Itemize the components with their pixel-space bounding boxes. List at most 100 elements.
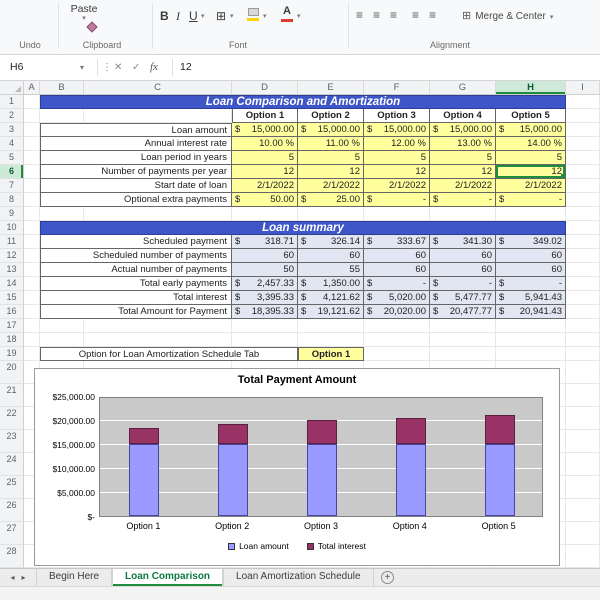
row-header-26[interactable]: 26 [0, 499, 24, 522]
cell-G16[interactable]: $20,477.77 [430, 305, 496, 319]
borders-button[interactable]: ⊞ [216, 8, 226, 24]
cell-F11[interactable]: $333.67 [364, 235, 430, 249]
cell-H13[interactable]: 60 [496, 263, 566, 277]
cell-G15[interactable]: $5,477.77 [430, 291, 496, 305]
cell-D8[interactable]: $50.00 [232, 193, 298, 207]
cell-B2[interactable] [40, 109, 84, 123]
cell-G11[interactable]: $341.30 [430, 235, 496, 249]
cell-G8[interactable]: $ - [430, 193, 496, 207]
cell-A17[interactable] [24, 319, 40, 333]
cell-A2[interactable] [24, 109, 40, 123]
cell-G19[interactable] [430, 347, 496, 361]
row-header-8[interactable]: 8 [0, 193, 24, 207]
cell-G18[interactable] [430, 333, 496, 347]
cell-I8[interactable] [566, 193, 600, 207]
cell-D3[interactable]: $15,000.00 [232, 123, 298, 137]
cell-H2[interactable]: Option 5 [496, 109, 566, 123]
cell-H18[interactable] [496, 333, 566, 347]
sheet-tab-begin-here[interactable]: Begin Here [36, 569, 113, 586]
enter-icon[interactable]: ✓ [132, 55, 140, 80]
cell-H9[interactable] [496, 207, 566, 221]
cell-D7[interactable]: 2/1/2022 [232, 179, 298, 193]
sheet-tab-loan-amortization-schedule[interactable]: Loan Amortization Schedule [223, 569, 374, 586]
cell-A6[interactable] [24, 165, 40, 179]
cell-I15[interactable] [566, 291, 600, 305]
underline-button[interactable]: U [189, 8, 198, 24]
cell-B17[interactable] [40, 319, 84, 333]
cell-I1[interactable] [566, 95, 600, 109]
cell-A19[interactable] [24, 347, 40, 361]
cell-E15[interactable]: $4,121.62 [298, 291, 364, 305]
cell-G4[interactable]: 13.00 % [430, 137, 496, 151]
cell-E5[interactable]: 5 [298, 151, 364, 165]
cell-E3[interactable]: $15,000.00 [298, 123, 364, 137]
cell-G7[interactable]: 2/1/2022 [430, 179, 496, 193]
cell-I23[interactable] [566, 430, 600, 453]
row-header-25[interactable]: 25 [0, 476, 24, 499]
option-selector-value[interactable]: Option 1 [298, 347, 364, 361]
col-header-B[interactable]: B [40, 81, 84, 94]
cell-A9[interactable] [24, 207, 40, 221]
row-header-4[interactable]: 4 [0, 137, 24, 151]
cell-D16[interactable]: $18,395.33 [232, 305, 298, 319]
name-box-dropdown-icon[interactable]: ▾ [80, 55, 84, 80]
cell-A4[interactable] [24, 137, 40, 151]
cell-F2[interactable]: Option 3 [364, 109, 430, 123]
cell-F3[interactable]: $15,000.00 [364, 123, 430, 137]
cell-F17[interactable] [364, 319, 430, 333]
chart-total-payment-amount[interactable]: Total Payment Amount Loan amount Total in… [34, 368, 560, 566]
cell-E12[interactable]: 60 [298, 249, 364, 263]
sheet-tab-loan-comparison[interactable]: Loan Comparison [112, 569, 224, 586]
cell-F7[interactable]: 2/1/2022 [364, 179, 430, 193]
cell-D6[interactable]: 12 [232, 165, 298, 179]
cell-E6[interactable]: 12 [298, 165, 364, 179]
new-sheet-button[interactable]: + [374, 569, 402, 586]
cell-D13[interactable]: 50 [232, 263, 298, 277]
cell-F18[interactable] [364, 333, 430, 347]
cell-H11[interactable]: $349.02 [496, 235, 566, 249]
cell-A1[interactable] [24, 95, 40, 109]
cell-B4[interactable]: Annual interest rate [40, 137, 232, 151]
cell-A11[interactable] [24, 235, 40, 249]
cell-I9[interactable] [566, 207, 600, 221]
cell-H16[interactable]: $20,941.43 [496, 305, 566, 319]
cell-I3[interactable] [566, 123, 600, 137]
cell-D4[interactable]: 10.00 % [232, 137, 298, 151]
cell-C2[interactable] [84, 109, 232, 123]
cell-E9[interactable] [298, 207, 364, 221]
row-header-14[interactable]: 14 [0, 277, 24, 291]
cell-B9[interactable] [40, 207, 84, 221]
cell-D18[interactable] [232, 333, 298, 347]
cell-I24[interactable] [566, 453, 600, 476]
cell-C17[interactable] [84, 319, 232, 333]
cell-I5[interactable] [566, 151, 600, 165]
cell-H8[interactable]: $ - [496, 193, 566, 207]
cell-G12[interactable]: 60 [430, 249, 496, 263]
col-header-I[interactable]: I [566, 81, 600, 94]
row-header-3[interactable]: 3 [0, 123, 24, 137]
cell-E17[interactable] [298, 319, 364, 333]
cell-B18[interactable] [40, 333, 84, 347]
cell-F9[interactable] [364, 207, 430, 221]
cell-A10[interactable] [24, 221, 40, 235]
decrease-indent-button[interactable]: ≡ [412, 8, 419, 22]
col-header-D[interactable]: D [232, 81, 298, 94]
row-header-19[interactable]: 19 [0, 347, 24, 361]
col-header-A[interactable]: A [24, 81, 40, 94]
bold-button[interactable]: B [160, 8, 169, 24]
cell-I10[interactable] [566, 221, 600, 235]
cell-E13[interactable]: 55 [298, 263, 364, 277]
row-header-27[interactable]: 27 [0, 522, 24, 545]
cell-I21[interactable] [566, 384, 600, 407]
cell-G5[interactable]: 5 [430, 151, 496, 165]
cell-A18[interactable] [24, 333, 40, 347]
cell-I13[interactable] [566, 263, 600, 277]
cell-F6[interactable]: 12 [364, 165, 430, 179]
cell-H5[interactable]: 5 [496, 151, 566, 165]
cell-G6[interactable]: 12 [430, 165, 496, 179]
cell-H14[interactable]: $ - [496, 277, 566, 291]
cell-H12[interactable]: 60 [496, 249, 566, 263]
cell-B8[interactable]: Optional extra payments [40, 193, 232, 207]
cell-E14[interactable]: $1,350.00 [298, 277, 364, 291]
cell-D12[interactable]: 60 [232, 249, 298, 263]
